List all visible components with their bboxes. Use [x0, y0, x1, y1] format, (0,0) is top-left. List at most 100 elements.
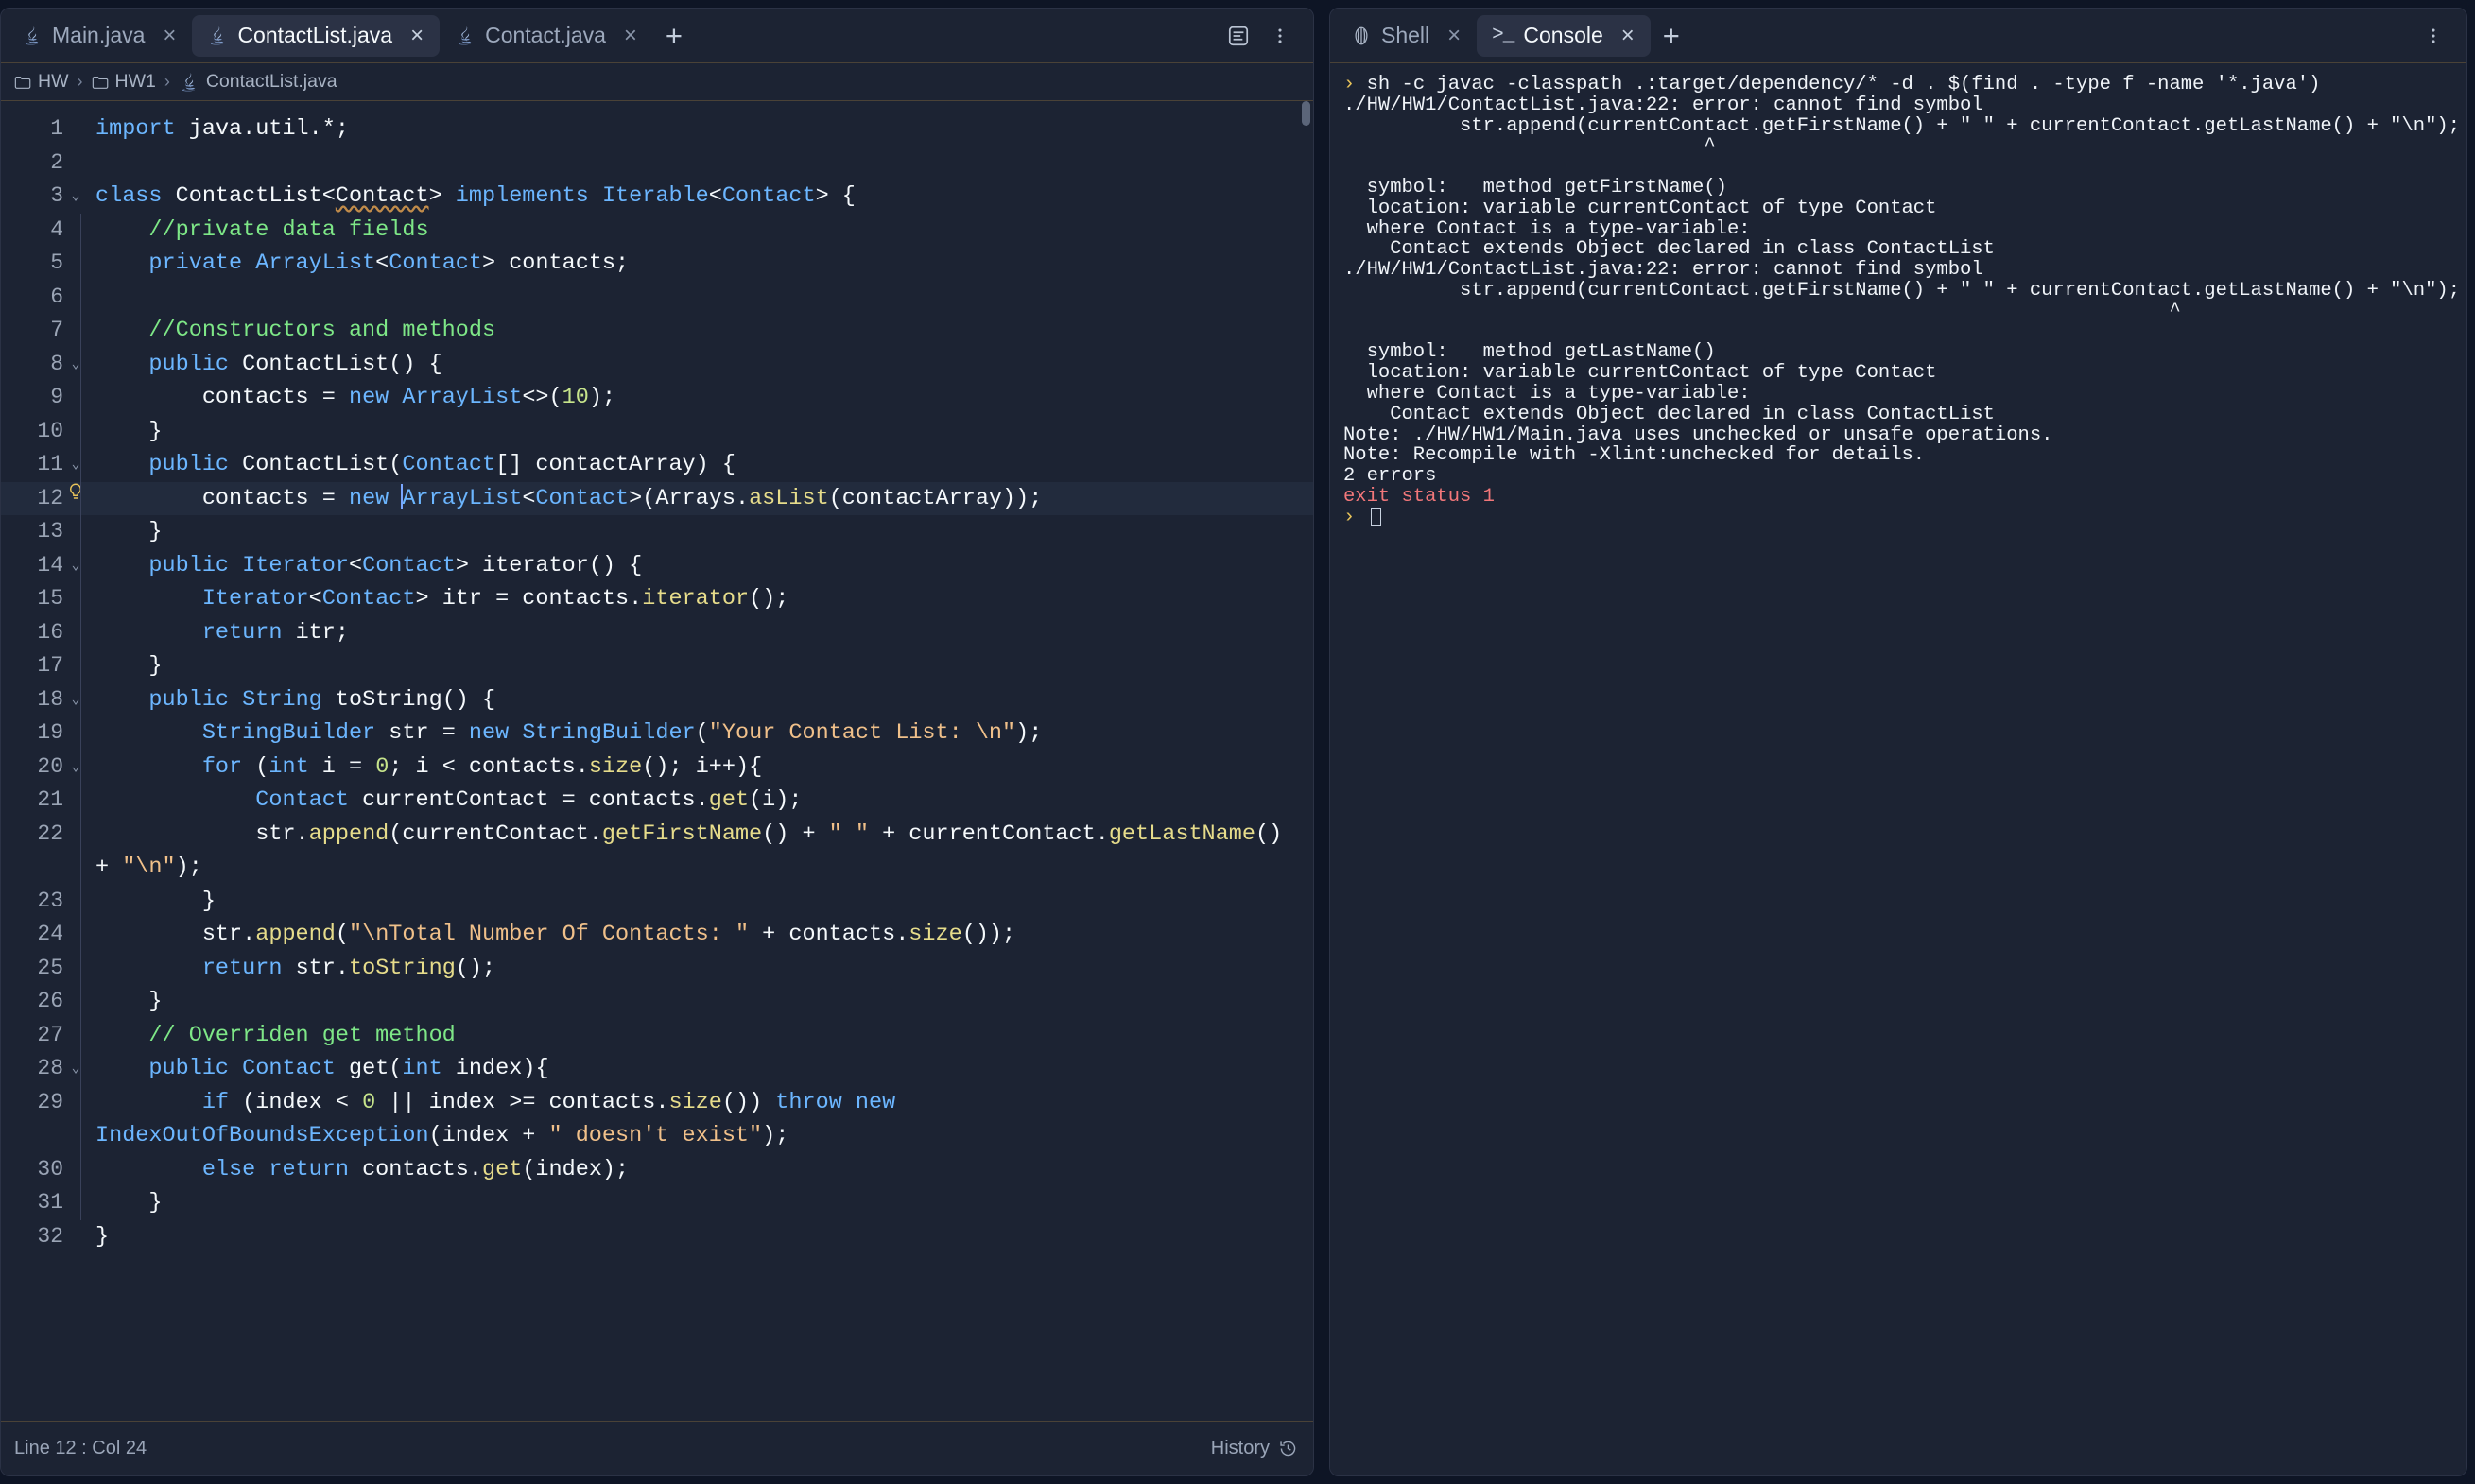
fold-chevron-icon[interactable]: ⌄	[63, 751, 88, 785]
indent-guide	[80, 582, 81, 616]
line-number: 20	[37, 753, 63, 779]
code-line[interactable]: 10 }	[1, 414, 1313, 448]
code-line[interactable]: 15 Iterator<Contact> itr = contacts.iter…	[1, 582, 1313, 616]
code-editor[interactable]: 1 import java.util.*; 2 3 ⌄ class ContactLis…	[1, 101, 1313, 1421]
code-line-text: public ContactList(Contact[] contactArra…	[148, 452, 736, 477]
code-line[interactable]: 4 //private data fields	[1, 213, 1313, 247]
code-line[interactable]: 20 ⌄ for (int i = 0; i < contacts.size();…	[1, 750, 1313, 785]
code-line-text: return itr;	[201, 619, 349, 646]
code-line[interactable]: 12 contacts = new ​ArrayList<Contact>(Ar…	[1, 481, 1313, 516]
code-line[interactable]: 32}	[1, 1220, 1313, 1254]
indent-guide	[80, 682, 81, 716]
editor-tab-bar: Main.java × ContactList.java × Contact.java ×…	[1, 9, 1313, 63]
code-line[interactable]: 26 }	[1, 985, 1313, 1019]
code-line-text: Contact currentContact = contacts.get(i)…	[255, 787, 803, 813]
editor-scrollbar[interactable]	[1302, 101, 1310, 1421]
code-line-text: return str.toString();	[201, 955, 496, 981]
code-line-text: else return contacts.get(index);	[201, 1156, 630, 1182]
close-icon[interactable]: ×	[407, 24, 426, 47]
console-output-line: str.append(currentContact.getFirstName()…	[1343, 279, 2460, 302]
code-line-text: }	[148, 1190, 163, 1216]
editor-scrollbar-thumb[interactable]	[1302, 101, 1310, 126]
close-icon[interactable]: ×	[160, 24, 179, 47]
line-number: 8	[50, 351, 63, 376]
code-line[interactable]: 17 }	[1, 649, 1313, 683]
more-options-icon[interactable]	[2415, 18, 2451, 54]
console-new-tab-button[interactable]: +	[1651, 15, 1692, 57]
tab-contact-java[interactable]: Contact.java ×	[440, 15, 653, 57]
code-line[interactable]: 31 }	[1, 1186, 1313, 1220]
code-line[interactable]: 14 ⌄ public Iterator<Contact> iterator() …	[1, 548, 1313, 583]
breadcrumb-label-hw: HW	[38, 71, 69, 92]
code-line[interactable]: 3 ⌄ class ContactList<Contact> implements …	[1, 180, 1313, 214]
code-line[interactable]: 5 private ArrayList<Contact> contacts;	[1, 247, 1313, 281]
console-output[interactable]: › sh -c javac -classpath .:target/depend…	[1330, 63, 2466, 1475]
line-number: 2	[50, 149, 63, 175]
fold-chevron-icon[interactable]: ⌄	[63, 549, 88, 583]
tab-contactlist-java[interactable]: ContactList.java ×	[192, 14, 441, 57]
code-line[interactable]: 28 ⌄ public Contact get(int index){	[1, 1052, 1313, 1086]
close-icon[interactable]: ×	[1618, 24, 1637, 47]
line-number: 1	[50, 116, 63, 141]
code-line-text: str.append(currentContact.getFirstName()…	[95, 820, 1296, 881]
breadcrumb-folder-hw1[interactable]: HW1	[92, 71, 156, 93]
console-output-line: location: variable currentContact of typ…	[1343, 362, 1937, 385]
code-line[interactable]: 7 //Constructors and methods	[1, 314, 1313, 348]
code-line[interactable]: 13 }	[1, 515, 1313, 549]
cursor-position-label: Line 12 : Col 24	[14, 1438, 147, 1458]
line-number: 15	[37, 586, 63, 611]
breadcrumb-folder-hw[interactable]: HW	[14, 71, 69, 93]
new-tab-button[interactable]: +	[653, 15, 695, 57]
code-line[interactable]: 21 Contact currentContact = contacts.get…	[1, 784, 1313, 818]
code-line[interactable]: 29 if (index < 0 || index >= contacts.si…	[1, 1085, 1313, 1153]
code-line[interactable]: 24 str.append("\nTotal Number Of Contact…	[1, 918, 1313, 952]
history-button[interactable]: History	[1211, 1438, 1298, 1459]
code-line[interactable]: 22 str.append(currentContact.getFirstNam…	[1, 817, 1313, 885]
line-number: 23	[37, 888, 63, 913]
tab-console[interactable]: >_ Console ×	[1477, 14, 1651, 57]
tab-shell[interactable]: Shell ×	[1336, 15, 1477, 57]
close-icon[interactable]: ×	[621, 24, 640, 47]
code-line[interactable]: 6	[1, 280, 1313, 314]
tab-main-java[interactable]: Main.java ×	[7, 15, 192, 57]
code-line-text: public ContactList() {	[148, 351, 442, 377]
code-line[interactable]: 1 import java.util.*;	[1, 112, 1313, 147]
code-lines-container[interactable]: 1 import java.util.*; 2 3 ⌄ class ContactLis…	[1, 101, 1313, 1421]
code-line-text: contacts = new ArrayList<>(10);	[201, 385, 616, 410]
code-line[interactable]: 19 StringBuilder str = new StringBuilder…	[1, 716, 1313, 751]
breadcrumb-file[interactable]: ContactList.java	[179, 71, 338, 94]
text-cursor	[1370, 507, 1381, 526]
fold-chevron-icon[interactable]: ⌄	[63, 448, 88, 482]
editor-status-bar: Line 12 : Col 24 History	[1, 1421, 1313, 1475]
code-line[interactable]: 27 // Overriden get method	[1, 1018, 1313, 1052]
fold-chevron-icon[interactable]: ⌄	[63, 348, 88, 382]
code-line[interactable]: 9 contacts = new ArrayList<>(10);	[1, 381, 1313, 415]
history-label: History	[1210, 1438, 1270, 1458]
console-output-line: location: variable currentContact of typ…	[1343, 197, 1937, 219]
tab-label: ContactList.java	[237, 23, 393, 47]
code-line-text: }	[148, 989, 163, 1014]
code-line[interactable]: 23 }	[1, 884, 1313, 918]
more-options-icon[interactable]	[1262, 18, 1298, 54]
code-line-text: }	[148, 653, 163, 679]
code-line-text: contacts = new ​ArrayList<Contact>(Array…	[201, 483, 1043, 511]
code-line[interactable]: 16 return itr;	[1, 615, 1313, 649]
code-line[interactable]: 25 return str.toString();	[1, 951, 1313, 985]
fold-chevron-icon[interactable]: ⌄	[63, 180, 88, 214]
code-line[interactable]: 30 else return contacts.get(index);	[1, 1152, 1313, 1186]
indent-guide	[80, 548, 81, 582]
close-icon[interactable]: ×	[1445, 24, 1463, 47]
console-input-line[interactable]: ›	[1343, 507, 2453, 528]
code-line[interactable]: 8 ⌄ public ContactList() {	[1, 347, 1313, 382]
line-number: 6	[50, 284, 63, 309]
fold-chevron-icon[interactable]: ⌄	[63, 683, 88, 717]
lightbulb-icon[interactable]	[63, 482, 88, 516]
indent-guide	[80, 918, 81, 952]
code-line[interactable]: 2	[1, 147, 1313, 181]
indent-guide	[80, 347, 81, 381]
indent-guide	[80, 1052, 81, 1086]
code-line[interactable]: 18 ⌄ public String toString() {	[1, 682, 1313, 717]
code-line[interactable]: 11 ⌄ public ContactList(Contact[] contact…	[1, 448, 1313, 482]
document-format-icon[interactable]	[1220, 18, 1256, 54]
fold-chevron-icon[interactable]: ⌄	[63, 1052, 88, 1086]
